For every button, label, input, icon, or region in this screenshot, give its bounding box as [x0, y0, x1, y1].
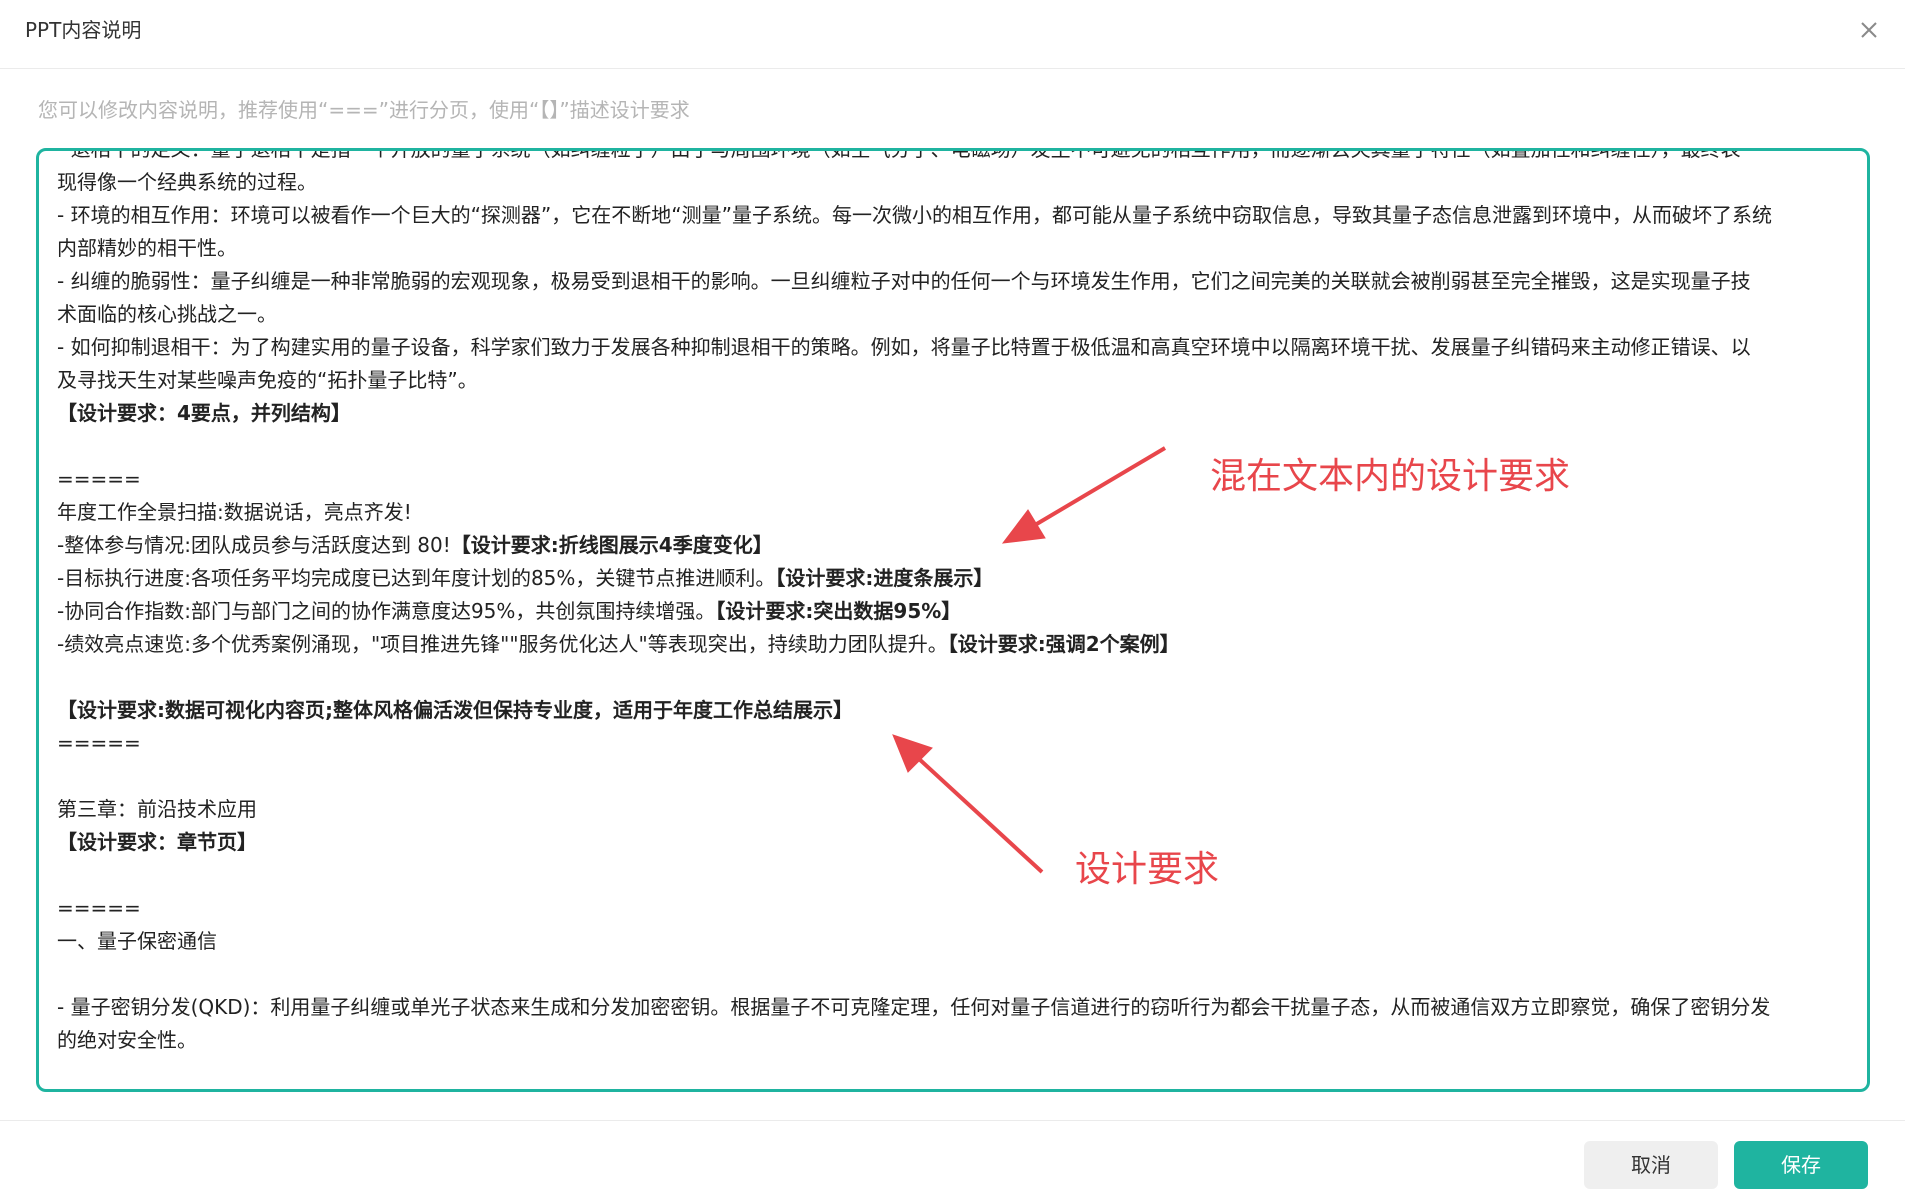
- editor-hint: 您可以修改内容说明，推荐使用“===”进行分页，使用“【】”描述设计要求: [38, 98, 690, 122]
- content-text: -整体参与情况:团队成员参与活跃度达到 80!: [57, 533, 451, 557]
- content-text: 现得像一个经典系统的过程。: [57, 170, 317, 194]
- cancel-button[interactable]: 取消: [1584, 1141, 1718, 1189]
- text-line: =====: [57, 463, 1847, 496]
- content-text: 第三章：前沿技术应用: [57, 797, 257, 821]
- text-line: [57, 661, 1847, 694]
- design-requirement-text: 【设计要求:进度条展示】: [775, 566, 994, 590]
- text-line: 及寻找天生对某些噪声免疫的“拓扑量子比特”。: [57, 364, 1847, 397]
- text-line: [57, 430, 1847, 463]
- text-line: 现得像一个经典系统的过程。: [57, 166, 1847, 199]
- design-requirement-text: 【设计要求:折线图展示4季度变化】: [450, 533, 773, 557]
- text-line: - 环境的相互作用：环境可以被看作一个巨大的“探测器”，它在不断地“测量”量子系…: [57, 199, 1847, 232]
- text-line: =====: [57, 892, 1847, 925]
- content-text: 内部精妙的相干性。: [57, 236, 237, 260]
- text-line: 年度工作全景扫描:数据说话，亮点齐发!: [57, 496, 1847, 529]
- content-text: -绩效亮点速览:多个优秀案例涌现，"项目推进先锋""服务优化达人"等表现突出，持…: [57, 632, 948, 656]
- design-requirement-text: 【设计要求:突出数据95%】: [715, 599, 962, 623]
- dialog-footer: 取消 保存: [0, 1120, 1905, 1197]
- content-text: -目标执行进度:各项任务平均完成度已达到年度计划的85%，关键节点推进顺利。: [57, 566, 776, 590]
- text-line: 术面临的核心挑战之一。: [57, 298, 1847, 331]
- text-line: - 量子密钥分发(QKD)：利用量子纠缠或单光子状态来生成和分发加密密钥。根据量…: [57, 991, 1847, 1024]
- content-text: 年度工作全景扫描:数据说话，亮点齐发!: [57, 500, 412, 524]
- content-text-lines[interactable]: - 退相干的定义：量子退相干是指一个开放的量子系统（如纠缠粒子）由于与周围环境（…: [57, 148, 1847, 1053]
- text-line: [57, 958, 1847, 991]
- text-line: [57, 859, 1847, 892]
- content-text: 一、量子保密通信: [57, 929, 217, 953]
- content-text: =====: [57, 731, 141, 755]
- dialog-title: PPT内容说明: [25, 18, 142, 42]
- content-text: - 退相干的定义：量子退相干是指一个开放的量子系统（如纠缠粒子）由于与周围环境（…: [57, 148, 1741, 161]
- content-text: - 环境的相互作用：环境可以被看作一个巨大的“探测器”，它在不断地“测量”量子系…: [57, 203, 1773, 227]
- text-line: 【设计要求:数据可视化内容页;整体风格偏活泼但保持专业度，适用于年度工作总结展示…: [57, 694, 1847, 727]
- text-line: -协同合作指数:部门与部门之间的协作满意度达95%，共创氛围持续增强。【设计要求…: [57, 595, 1847, 628]
- text-line: 第三章：前沿技术应用: [57, 793, 1847, 826]
- save-button[interactable]: 保存: [1734, 1141, 1868, 1189]
- dialog-header: PPT内容说明: [0, 0, 1905, 69]
- annotation-design-requirements: 设计要求: [1075, 849, 1220, 890]
- text-line: 【设计要求：章节页】: [57, 826, 1847, 859]
- text-line: - 退相干的定义：量子退相干是指一个开放的量子系统（如纠缠粒子）由于与周围环境（…: [57, 148, 1847, 166]
- content-text: -协同合作指数:部门与部门之间的协作满意度达95%，共创氛围持续增强。: [57, 599, 716, 623]
- content-text: =====: [57, 896, 141, 920]
- ppt-content-dialog: PPT内容说明 您可以修改内容说明，推荐使用“===”进行分页，使用“【】”描述…: [0, 0, 1905, 1197]
- text-line: -绩效亮点速览:多个优秀案例涌现，"项目推进先锋""服务优化达人"等表现突出，持…: [57, 628, 1847, 661]
- close-icon[interactable]: [1853, 14, 1885, 46]
- text-line: 内部精妙的相干性。: [57, 232, 1847, 265]
- content-text: 及寻找天生对某些噪声免疫的“拓扑量子比特”。: [57, 368, 478, 392]
- content-text: - 量子密钥分发(QKD)：利用量子纠缠或单光子状态来生成和分发加密密钥。根据量…: [57, 995, 1771, 1019]
- design-requirement-text: 【设计要求:强调2个案例】: [947, 632, 1180, 656]
- design-requirement-text: 【设计要求:数据可视化内容页;整体风格偏活泼但保持专业度，适用于年度工作总结展示…: [57, 698, 853, 722]
- design-requirement-text: 【设计要求：章节页】: [57, 830, 257, 854]
- text-line: - 如何抑制退相干：为了构建实用的量子设备，科学家们致力于发展各种抑制退相干的策…: [57, 331, 1847, 364]
- text-line: =====: [57, 727, 1847, 760]
- content-text: 术面临的核心挑战之一。: [57, 302, 277, 326]
- content-text: - 纠缠的脆弱性：量子纠缠是一种非常脆弱的宏观现象，极易受到退相干的影响。一旦纠…: [57, 269, 1751, 293]
- content-text: 的绝对安全性。: [57, 1028, 197, 1052]
- design-requirement-text: 【设计要求：4要点，并列结构】: [57, 401, 351, 425]
- text-line: -整体参与情况:团队成员参与活跃度达到 80!【设计要求:折线图展示4季度变化】: [57, 529, 1847, 562]
- text-line: - 纠缠的脆弱性：量子纠缠是一种非常脆弱的宏观现象，极易受到退相干的影响。一旦纠…: [57, 265, 1847, 298]
- content-textarea[interactable]: - 退相干的定义：量子退相干是指一个开放的量子系统（如纠缠粒子）由于与周围环境（…: [36, 148, 1870, 1092]
- annotation-mixed-requirements: 混在文本内的设计要求: [1210, 456, 1571, 497]
- text-line: 的绝对安全性。: [57, 1024, 1847, 1053]
- text-line: -目标执行进度:各项任务平均完成度已达到年度计划的85%，关键节点推进顺利。【设…: [57, 562, 1847, 595]
- text-line: [57, 760, 1847, 793]
- content-text: =====: [57, 467, 141, 491]
- content-text: - 如何抑制退相干：为了构建实用的量子设备，科学家们致力于发展各种抑制退相干的策…: [57, 335, 1751, 359]
- text-line: 一、量子保密通信: [57, 925, 1847, 958]
- text-line: 【设计要求：4要点，并列结构】: [57, 397, 1847, 430]
